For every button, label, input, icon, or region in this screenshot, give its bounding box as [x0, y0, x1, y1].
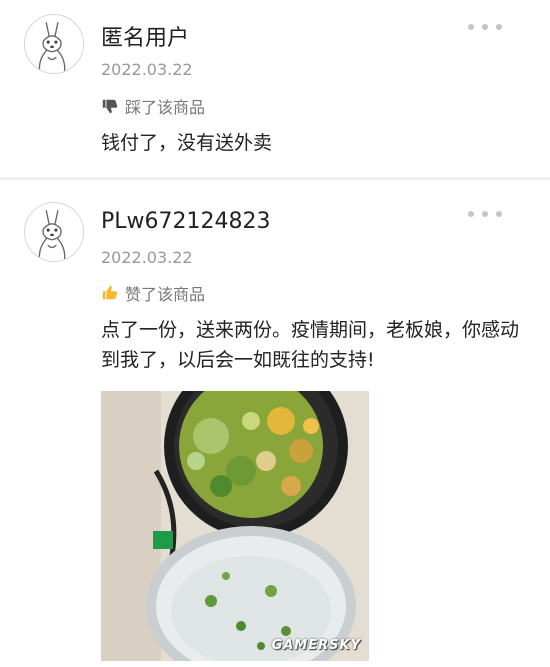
- kangaroo-avatar[interactable]: [24, 14, 84, 74]
- username[interactable]: 匿名用户: [101, 20, 189, 52]
- thumbs-down-icon: [102, 99, 118, 114]
- review-card: PLw672124823 2022.03.22 赞了该商品 点了一份，送来两份。…: [0, 181, 550, 667]
- review-photo[interactable]: GAMERSKY: [101, 391, 369, 661]
- watermark-text: GAMERSKY: [271, 638, 361, 653]
- rating-text: 踩了该商品: [125, 98, 206, 117]
- rating-status: 踩了该商品: [101, 94, 205, 118]
- username[interactable]: PLw672124823: [101, 209, 271, 234]
- review-content: 钱付了，没有送外卖: [101, 132, 273, 154]
- kangaroo-avatar[interactable]: [24, 202, 84, 262]
- rating-status: 赞了该商品: [101, 281, 205, 305]
- thumbs-up-icon: [102, 285, 118, 300]
- review-divider: [0, 177, 550, 180]
- review-content: 点了一份，送来两份。疫情期间，老板娘，你感动到我了，以后会一如既往的支持!: [101, 319, 520, 371]
- rating-text: 赞了该商品: [125, 285, 206, 304]
- review-card: 匿名用户 2022.03.22 踩了该商品 钱付了，没有送外卖: [0, 0, 550, 178]
- food-photo-image: [101, 391, 369, 661]
- more-options-icon[interactable]: [468, 209, 502, 219]
- review-date: 2022.03.22: [101, 60, 193, 79]
- more-options-icon[interactable]: [468, 22, 502, 32]
- review-date: 2022.03.22: [101, 248, 193, 267]
